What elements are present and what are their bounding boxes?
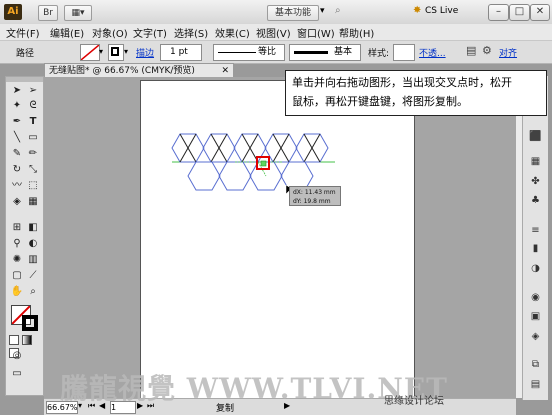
watermark-credit: 思缘设计论坛 xyxy=(384,396,444,407)
toolbox-grip[interactable] xyxy=(6,77,43,82)
slice-tool-icon[interactable]: ⟋ xyxy=(26,269,40,283)
perspective-grid-tool-icon[interactable]: ▦ xyxy=(26,195,40,209)
toolbox: ➤ ➢ ✦ ᘓ ✒ T ╲ ▭ ✎ ✏ ↻ ⤡ 〰 ⬚ ◈ ▦ ⊞ ◧ ⚲ ◐ … xyxy=(5,76,44,396)
instruction-callout: 单击并向右拖动图形，当出现交叉点时，松开 鼠标，再松开键盘键，将图形复制。 xyxy=(285,70,547,116)
stroke-color-box[interactable] xyxy=(22,315,38,331)
anchor-point xyxy=(260,160,267,167)
hand-tool-icon[interactable]: ✋ xyxy=(10,285,24,299)
paintbrush-tool-icon[interactable]: ✎ xyxy=(10,147,24,161)
symbols-panel-icon[interactable]: ♣ xyxy=(529,194,542,207)
line-tool-icon[interactable]: ╲ xyxy=(10,131,24,145)
shape-builder-tool-icon[interactable]: ◈ xyxy=(10,195,24,209)
free-transform-tool-icon[interactable]: ⬚ xyxy=(26,179,40,193)
screen-mode-icon[interactable]: ▭ xyxy=(10,367,24,381)
transparency-panel-icon[interactable]: ◑ xyxy=(529,262,542,275)
zoom-tool-icon[interactable]: ⌕ xyxy=(26,285,40,299)
warp-tool-icon[interactable]: 〰 xyxy=(10,179,24,193)
appearance-panel-icon[interactable]: ◉ xyxy=(529,291,542,304)
rotate-tool-icon[interactable]: ↻ xyxy=(10,163,24,177)
draw-mode-icon[interactable]: ◎ xyxy=(10,349,24,363)
artboards-panel-icon[interactable]: ⧉ xyxy=(529,358,542,371)
color-guide-icon[interactable]: ⬛ xyxy=(529,130,542,143)
gradient-panel-icon[interactable]: ▮ xyxy=(529,242,542,255)
callout-line-1: 单击并向右拖动图形，当出现交叉点时，松开 xyxy=(292,76,512,89)
move-offset-tooltip: dX: 11.43 mm dY: 19.8 mm xyxy=(289,186,341,206)
scale-tool-icon[interactable]: ⤡ xyxy=(26,163,40,177)
pen-tool-icon[interactable]: ✒ xyxy=(10,115,24,129)
gradient-tool-icon[interactable]: ◧ xyxy=(26,221,40,235)
color-mode-buttons[interactable] xyxy=(9,335,39,358)
graphic-styles-panel-icon[interactable]: ▣ xyxy=(529,310,542,323)
panel-dock: ◓ ⬛ ▦ ✤ ♣ ≡ ▮ ◑ ◉ ▣ ◈ ⧉ ▤ xyxy=(522,76,548,400)
pencil-tool-icon[interactable]: ✏ xyxy=(26,147,40,161)
brushes-panel-icon[interactable]: ✤ xyxy=(529,175,542,188)
align-panel-icon[interactable]: ▤ xyxy=(529,378,542,391)
column-graph-tool-icon[interactable]: ▥ xyxy=(26,253,40,267)
type-tool-icon[interactable]: T xyxy=(26,115,40,129)
artboard-tool-icon[interactable]: ▢ xyxy=(10,269,24,283)
magic-wand-tool-icon[interactable]: ✦ xyxy=(10,99,24,113)
stroke-panel-icon[interactable]: ≡ xyxy=(529,224,542,237)
rectangle-tool-icon[interactable]: ▭ xyxy=(26,131,40,145)
crossing-lines-black xyxy=(179,133,321,163)
direct-selection-tool-icon[interactable]: ➢ xyxy=(26,84,40,98)
swatches-panel-icon[interactable]: ▦ xyxy=(529,155,542,168)
tooltip-dy: dY: 19.8 mm xyxy=(293,198,331,205)
mesh-tool-icon[interactable]: ⊞ xyxy=(10,221,24,235)
symbol-sprayer-tool-icon[interactable]: ✺ xyxy=(10,253,24,267)
artwork[interactable] xyxy=(0,0,552,414)
callout-line-2: 鼠标，再松开键盘键，将图形复制。 xyxy=(292,95,468,108)
blend-tool-icon[interactable]: ◐ xyxy=(26,237,40,251)
eyedropper-tool-icon[interactable]: ⚲ xyxy=(10,237,24,251)
tooltip-dx: dX: 11.43 mm xyxy=(293,189,336,196)
layers-panel-icon[interactable]: ◈ xyxy=(529,330,542,343)
selection-tool-icon[interactable]: ➤ xyxy=(10,84,24,98)
lasso-tool-icon[interactable]: ᘓ xyxy=(26,99,40,113)
